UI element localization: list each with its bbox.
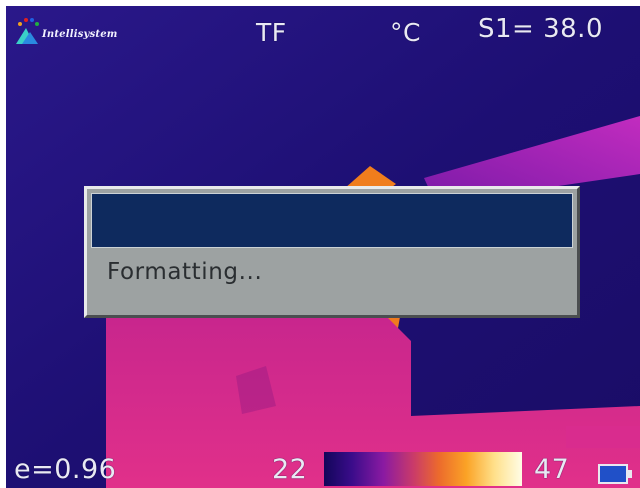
- storage-indicator: TF: [256, 18, 287, 47]
- battery-icon: [598, 464, 628, 484]
- brand-logo: Intellisystem: [12, 16, 162, 52]
- brand-name: Intellisystem: [42, 29, 118, 40]
- range-min: 22: [272, 454, 308, 485]
- battery-tip: [628, 470, 632, 478]
- color-palette-bar: [324, 452, 522, 486]
- dialog-title-bar: [91, 193, 573, 248]
- dialog-message: Formatting...: [107, 259, 263, 285]
- logo-icon: [16, 18, 39, 44]
- thermal-screen: Intellisystem TF °C S1= 38.0 Formatting.…: [6, 6, 640, 488]
- emissivity-readout: e=0.96: [14, 454, 117, 485]
- spot-temperature: S1= 38.0: [478, 14, 603, 44]
- temperature-unit: °C: [390, 18, 421, 47]
- format-dialog: Formatting...: [84, 186, 580, 318]
- range-max: 47: [534, 454, 570, 485]
